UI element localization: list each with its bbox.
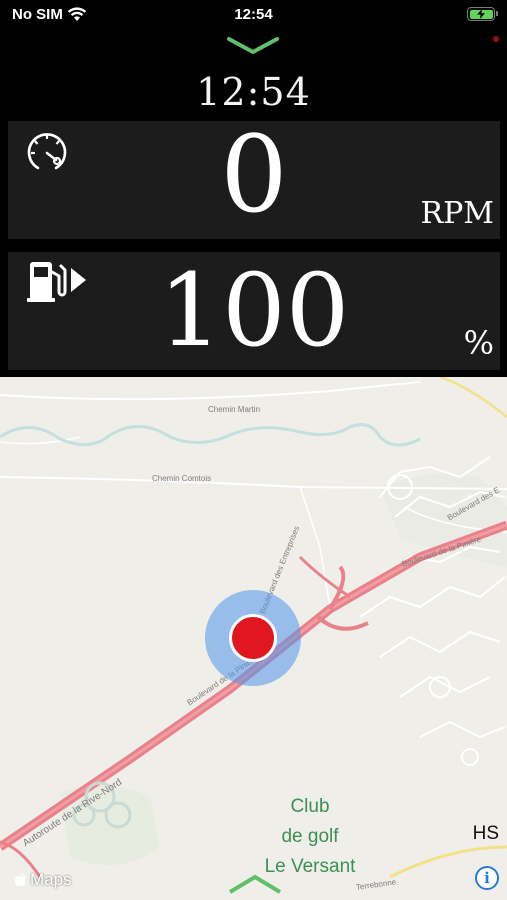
map-view[interactable]: Chemin Martin Chemin Comtois Boulevard d… bbox=[0, 377, 507, 900]
fuel-gauge-panel: 100 % bbox=[8, 252, 500, 370]
charging-bolt-icon bbox=[477, 9, 485, 19]
maps-label: Maps bbox=[30, 870, 72, 889]
fuel-unit: % bbox=[463, 324, 494, 362]
status-bar: No SIM 12:54 bbox=[0, 0, 507, 30]
apple-logo-icon bbox=[14, 872, 27, 887]
chevron-down-icon[interactable] bbox=[226, 35, 280, 55]
battery-icon bbox=[467, 7, 498, 21]
map-info-button[interactable]: i bbox=[475, 866, 499, 890]
heading-label: HS bbox=[472, 823, 499, 844]
golf-club-label: Club de golf Le Versant bbox=[240, 792, 380, 882]
golf-line-3: Le Versant bbox=[264, 856, 356, 877]
clock-display: 12:54 bbox=[196, 70, 311, 114]
rpm-gauge-panel: 0 RPM bbox=[8, 113, 500, 239]
current-location-marker[interactable] bbox=[205, 590, 301, 686]
golf-line-1: Club bbox=[290, 796, 330, 817]
golf-line-2: de golf bbox=[281, 826, 339, 847]
status-time: 12:54 bbox=[234, 6, 273, 23]
location-dot bbox=[229, 614, 277, 662]
rpm-unit: RPM bbox=[420, 196, 495, 231]
maps-attribution[interactable]: Maps bbox=[14, 870, 72, 890]
fuel-value: 100 bbox=[158, 252, 350, 369]
recording-indicator bbox=[493, 36, 499, 42]
map-label-chemin-comtois: Chemin Comtois bbox=[152, 474, 212, 483]
map-label-chemin-martin: Chemin Martin bbox=[208, 405, 261, 414]
